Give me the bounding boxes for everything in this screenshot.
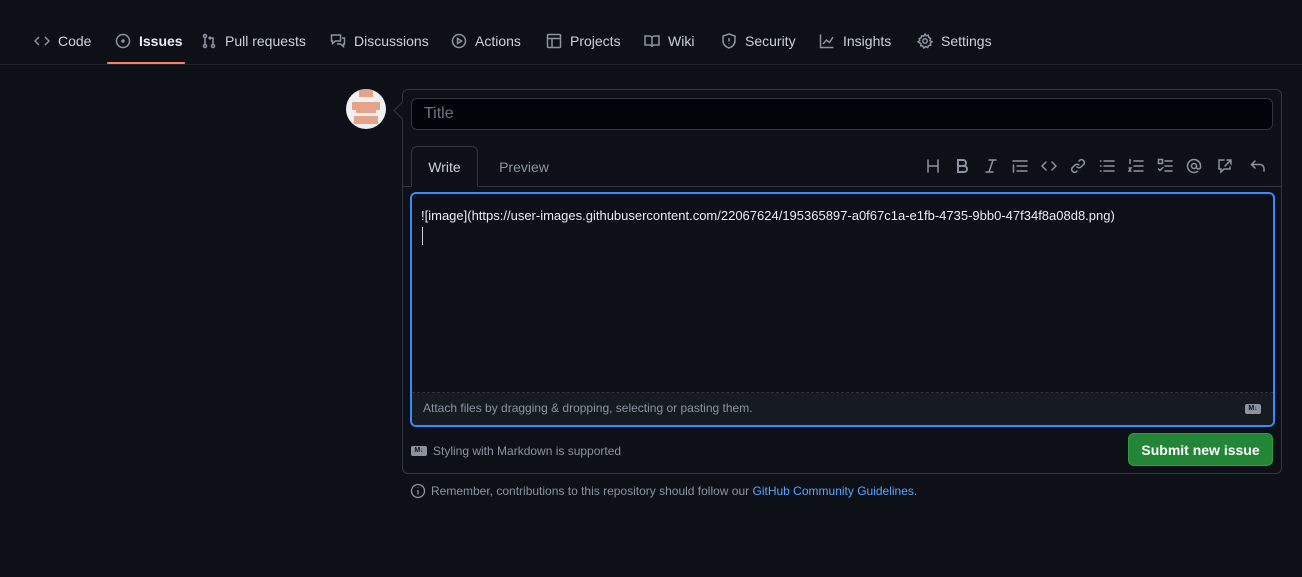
nav-item-actions[interactable]: Actions xyxy=(451,26,521,56)
play-icon xyxy=(451,33,467,49)
code-icon xyxy=(34,36,50,46)
comment-editor: Attach files by dragging & dropping, sel… xyxy=(410,192,1275,427)
book-icon xyxy=(644,35,660,48)
ordered-list-icon xyxy=(1128,158,1144,172)
markdown-note-text: Styling with Markdown is supported xyxy=(433,444,622,458)
nav-label: Insights xyxy=(843,33,892,49)
mention-button[interactable] xyxy=(1184,156,1204,176)
new-issue-form: Write Preview Attach files by dragging &… xyxy=(402,89,1282,474)
issue-icon xyxy=(115,33,131,49)
attach-hint: Attach files by dragging & dropping, sel… xyxy=(423,401,753,415)
shield-icon xyxy=(722,33,736,49)
title-input[interactable] xyxy=(411,98,1273,130)
heading-button[interactable] xyxy=(923,156,943,176)
nav-item-wiki[interactable]: Wiki xyxy=(644,26,694,56)
community-guidelines-link[interactable]: GitHub Community Guidelines xyxy=(753,484,914,498)
repo-nav: Code Issues Pull requests Discussions Ac… xyxy=(0,0,1302,65)
bold-button[interactable] xyxy=(952,156,972,176)
nav-label: Settings xyxy=(941,33,992,49)
markdown-note[interactable]: M↓ Styling with Markdown is supported xyxy=(411,444,621,458)
nav-item-code[interactable]: Code xyxy=(34,26,91,56)
undo-icon xyxy=(1250,160,1265,172)
task-list-button[interactable] xyxy=(1155,156,1175,176)
tab-preview[interactable]: Preview xyxy=(483,146,565,187)
code-button[interactable] xyxy=(1039,156,1059,176)
mention-icon xyxy=(1186,158,1202,174)
nav-item-insights[interactable]: Insights xyxy=(819,26,891,56)
nav-label: Security xyxy=(745,33,796,49)
nav-item-settings[interactable]: Settings xyxy=(917,26,992,56)
nav-label: Discussions xyxy=(354,33,429,49)
discussions-icon xyxy=(330,34,346,49)
markdown-icon: M↓ xyxy=(411,446,427,456)
code-icon xyxy=(1041,161,1057,171)
table-icon xyxy=(546,33,562,49)
italic-icon xyxy=(985,159,997,173)
nav-label: Actions xyxy=(475,33,521,49)
nav-item-discussions[interactable]: Discussions xyxy=(330,26,429,56)
markdown-icon: M↓ xyxy=(1245,404,1261,414)
task-list-icon xyxy=(1157,158,1173,172)
period: . xyxy=(913,484,918,498)
nav-item-projects[interactable]: Projects xyxy=(546,26,621,56)
nav-label: Wiki xyxy=(668,33,695,49)
nav-item-issues[interactable]: Issues xyxy=(115,26,183,56)
nav-item-pull-requests[interactable]: Pull requests xyxy=(201,26,306,56)
nav-label: Projects xyxy=(570,33,621,49)
nav-item-security[interactable]: Security xyxy=(721,26,796,56)
unordered-list-icon xyxy=(1099,160,1115,172)
cross-reference-icon xyxy=(1218,159,1232,174)
link-icon xyxy=(1070,158,1086,174)
unordered-list-button[interactable] xyxy=(1097,156,1117,176)
info-icon xyxy=(410,483,426,499)
link-button[interactable] xyxy=(1068,156,1088,176)
graph-icon xyxy=(819,34,834,49)
quote-icon xyxy=(1012,160,1028,173)
undo-button[interactable] xyxy=(1248,156,1268,176)
attach-files-zone[interactable]: Attach files by dragging & dropping, sel… xyxy=(412,393,1273,425)
nav-label: Issues xyxy=(139,33,183,49)
ordered-list-button[interactable] xyxy=(1126,156,1146,176)
quote-button[interactable] xyxy=(1010,156,1030,176)
cross-reference-button[interactable] xyxy=(1215,156,1235,176)
comment-body-textarea[interactable] xyxy=(412,194,1273,393)
bold-icon xyxy=(957,159,968,173)
pull-request-icon xyxy=(202,33,216,49)
submit-new-issue-button[interactable]: Submit new issue xyxy=(1128,433,1273,466)
tab-write[interactable]: Write xyxy=(411,146,478,187)
gear-icon xyxy=(917,33,933,49)
text-caret xyxy=(422,227,423,245)
remember-text: Remember, contributions to this reposito… xyxy=(431,484,750,498)
nav-label: Pull requests xyxy=(225,33,306,49)
italic-button[interactable] xyxy=(981,156,1001,176)
nav-label: Code xyxy=(58,33,92,49)
contribution-reminder: Remember, contributions to this reposito… xyxy=(410,483,917,499)
heading-icon xyxy=(927,159,939,173)
active-tab-underline xyxy=(107,62,185,64)
avatar[interactable] xyxy=(346,89,386,129)
